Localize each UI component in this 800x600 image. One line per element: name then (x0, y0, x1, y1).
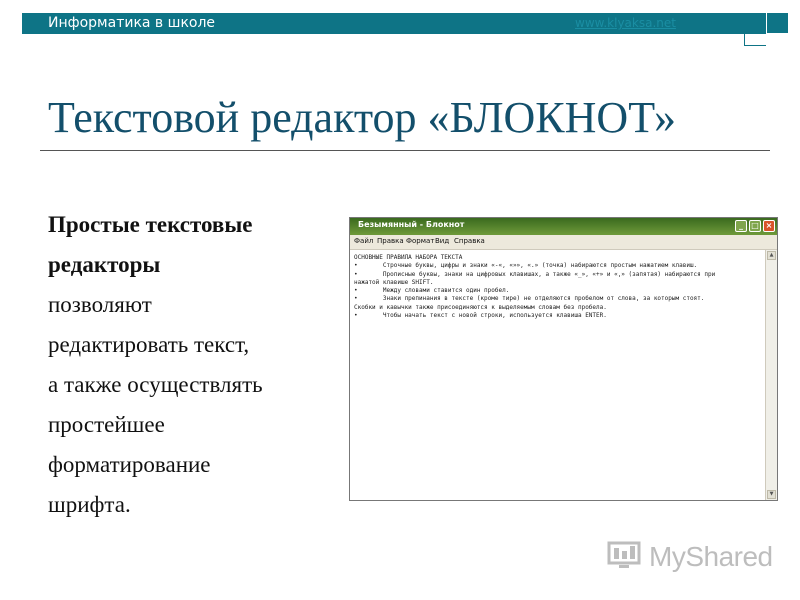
notepad-line: нажатой клавише SHIFT. (354, 278, 434, 286)
site-url-link[interactable]: www.klyaksa.net (575, 16, 676, 30)
banner-underline (22, 33, 766, 46)
menu-help[interactable]: Справка (454, 237, 485, 245)
myshared-watermark: MyShared (607, 537, 773, 573)
myshared-logo-icon (607, 541, 641, 568)
notepad-line: • Строчные буквы, цифры и знаки «-«, «»»… (354, 262, 698, 270)
menu-file[interactable]: Файл (354, 237, 373, 245)
slide-body-text: Простые текстовые редакторы позволяют ре… (48, 205, 348, 525)
menu-view[interactable]: Вид (435, 237, 449, 245)
notepad-line: • Прописные буквы, знаки на цифровых кла… (354, 270, 716, 278)
title-divider (40, 150, 770, 151)
notepad-menubar: Файл Правка Формат Вид Справка (350, 235, 777, 250)
notepad-window: Безымянный - Блокнот _ □ × Файл Правка Ф… (349, 217, 778, 501)
notepad-window-title: Безымянный - Блокнот (358, 220, 465, 229)
banner-corner-box (766, 13, 788, 33)
close-button[interactable]: × (763, 220, 775, 232)
header-banner: Информатика в школе www.klyaksa.net (22, 13, 788, 33)
minimize-button[interactable]: _ (735, 220, 747, 232)
body-line-2: редактировать текст, (48, 332, 250, 357)
menu-edit[interactable]: Правка (377, 237, 404, 245)
slide-title: Текстовой редактор «БЛОКНОТ» (48, 93, 676, 142)
notepad-titlebar: Безымянный - Блокнот _ □ × (350, 218, 777, 235)
body-line-bold-2: редакторы (48, 252, 161, 277)
notepad-line: • Чтобы начать текст с новой строки, исп… (354, 312, 607, 320)
notepad-line: • Знаки препинания в тексте (кроме тире)… (354, 295, 705, 303)
body-line-1: позволяют (48, 292, 152, 317)
site-title: Информатика в школе (48, 15, 216, 31)
body-line-bold-1: Простые текстовые (48, 212, 253, 237)
body-line-5: форматирование (48, 452, 211, 477)
body-line-6: шрифта. (48, 492, 131, 517)
watermark-text: MyShared (649, 541, 773, 572)
body-line-3: а также осуществлять (48, 372, 263, 397)
banner-corner-cell (744, 34, 766, 46)
scroll-up-arrow-icon[interactable]: ▲ (767, 251, 776, 260)
notepad-text-area[interactable]: ОСНОВНЫЕ ПРАВИЛА НАБОРА ТЕКСТА • Строчные… (352, 250, 765, 498)
notepad-vertical-scrollbar[interactable]: ▲ ▼ (765, 250, 777, 500)
maximize-button[interactable]: □ (749, 220, 761, 232)
notepad-line: • Между словами ставится один пробел. (354, 287, 510, 295)
scroll-down-arrow-icon[interactable]: ▼ (767, 490, 776, 499)
menu-format[interactable]: Формат (406, 237, 434, 245)
notepad-line: ОСНОВНЫЕ ПРАВИЛА НАБОРА ТЕКСТА (354, 254, 463, 261)
body-line-4: простейшее (48, 412, 165, 437)
notepad-line: Скобки и кавычки также присоединяются к … (354, 303, 607, 311)
